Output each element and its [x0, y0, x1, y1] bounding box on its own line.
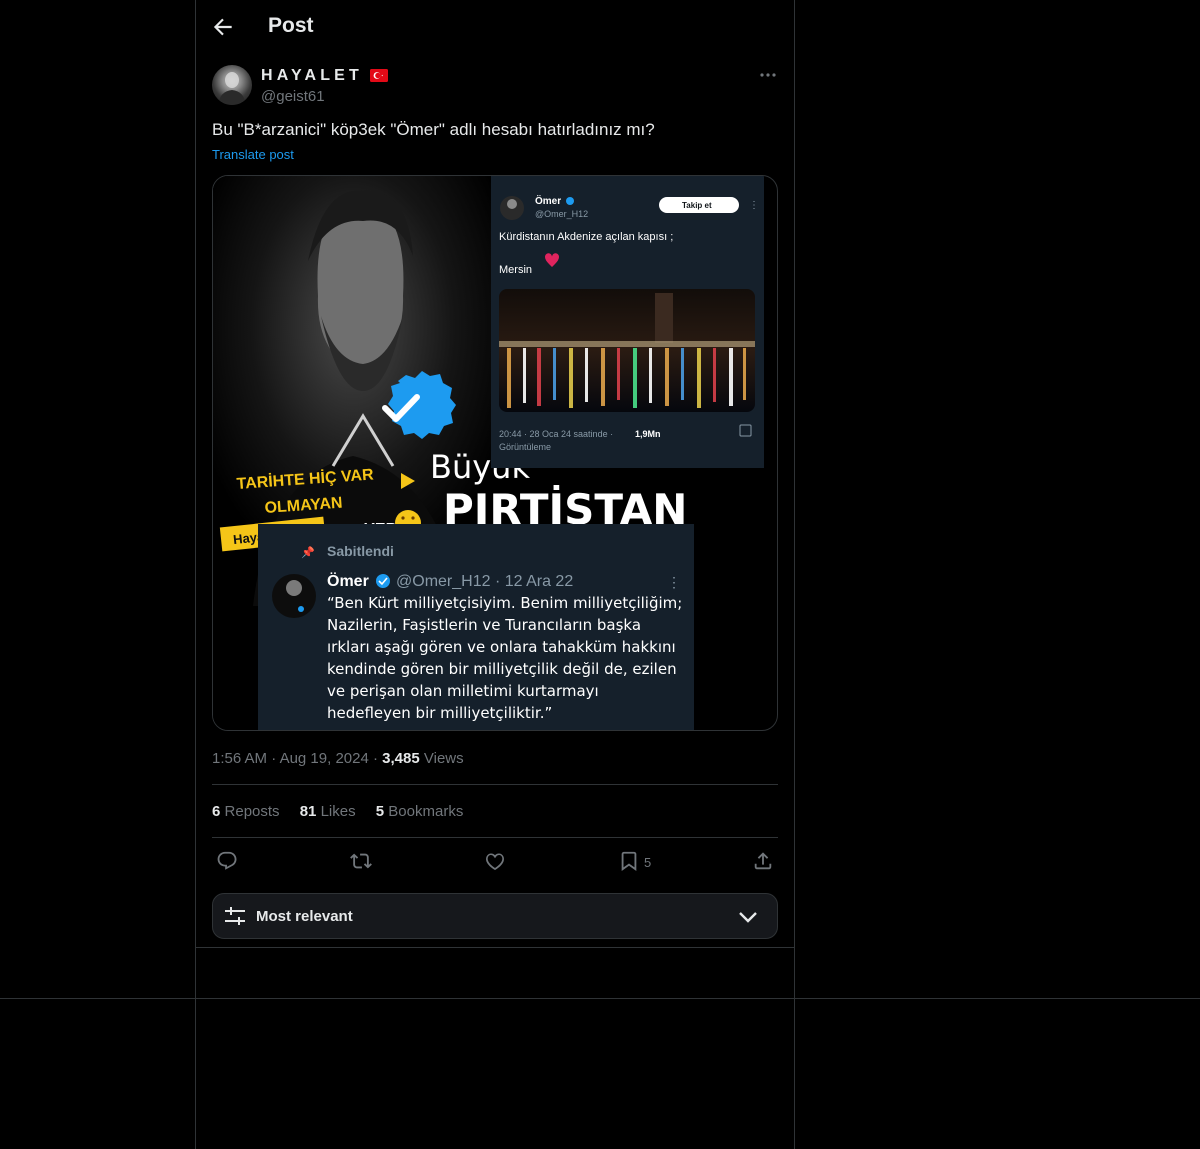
avatar-image: [218, 72, 246, 105]
bookmark-icon: [621, 851, 637, 871]
column-border-right: [794, 0, 795, 1149]
views-count: 3,485: [382, 750, 420, 767]
share-icon: [754, 852, 772, 870]
like-button[interactable]: [484, 850, 512, 876]
separator-dot: ·: [372, 750, 383, 767]
svg-text:“Ben Kürt milliyetçisiyim. Ben: “Ben Kürt milliyetçisiyim. Benim milliye…: [327, 594, 682, 612]
column-border-left: [195, 0, 196, 1149]
more-options-button[interactable]: [756, 65, 780, 85]
svg-text:⋮: ⋮: [749, 200, 759, 211]
author-handle[interactable]: @geist61: [261, 88, 325, 105]
bookmark-button[interactable]: [618, 850, 646, 876]
post-media-image[interactable]: TARİHTE HİÇ VAR OLMAYAN Hayali Bir YER B…: [212, 175, 778, 731]
share-button[interactable]: [752, 850, 780, 876]
svg-text:hedefleyen bir milliyetçilikti: hedefleyen bir milliyetçiliktir.”: [327, 704, 552, 722]
views-label: Views: [423, 750, 464, 767]
divider: [196, 947, 794, 948]
arrow-left-icon: [213, 18, 232, 36]
svg-text:Nazilerin, Faşistlerin ve Tura: Nazilerin, Faşistlerin ve Turancıların b…: [327, 616, 641, 634]
author-display-name[interactable]: HAYALET: [261, 67, 363, 85]
svg-text:Kürdistanın Akdenize açılan ka: Kürdistanın Akdenize açılan kapısı ;: [499, 231, 673, 243]
svg-text:ırkları aşağı gören ve onlara: ırkları aşağı gören ve onlara tahakküm h…: [327, 638, 676, 656]
media-composite: TARİHTE HİÇ VAR OLMAYAN Hayali Bir YER B…: [213, 176, 764, 730]
post-timestamp-views: 1:56 AM · Aug 19, 2024 · 3,485 Views: [212, 750, 464, 767]
reply-button[interactable]: [216, 850, 244, 876]
bookmarks-stat[interactable]: 5 Bookmarks: [376, 803, 464, 820]
reposts-stat[interactable]: 6 Reposts: [212, 803, 280, 820]
replies-sort-dropdown[interactable]: Most relevant: [212, 893, 778, 939]
chevron-down-icon: [739, 912, 757, 923]
svg-text:1,9Mn: 1,9Mn: [635, 429, 661, 439]
svg-text:Takip et: Takip et: [682, 201, 712, 210]
turkey-flag-icon: [370, 69, 388, 82]
reply-icon: [217, 851, 237, 870]
inner-tweet-bottom: 📌 Sabitlendi Ömer @Omer_H12 · 12 Ara 22 …: [258, 524, 694, 730]
page-title: Post: [268, 14, 314, 37]
divider: [212, 784, 778, 785]
post-text: Bu "B*arzanici" köp3ek "Ömer" adlı hesab…: [212, 120, 655, 139]
repost-icon: [350, 853, 372, 869]
post-date[interactable]: Aug 19, 2024: [280, 750, 369, 767]
svg-text:Ömer: Ömer: [535, 194, 561, 207]
repost-button[interactable]: [350, 850, 378, 876]
post-header: Post: [196, 0, 794, 56]
svg-text:Mersin: Mersin: [499, 264, 532, 276]
svg-text:⋮: ⋮: [667, 574, 681, 590]
avatar[interactable]: [212, 65, 252, 105]
svg-text:Görüntüleme: Görüntüleme: [499, 442, 551, 452]
pin-icon: 📌: [301, 545, 315, 559]
post-time[interactable]: 1:56 AM: [212, 750, 267, 767]
inner-verified-icon: [566, 197, 574, 205]
svg-text:kendinde gören bir milliyetçil: kendinde gören bir milliyetçilik değil d…: [327, 660, 677, 678]
inner-tweet-top: Ömer @Omer_H12 Takip et ⋮ Kürdistanın Ak…: [491, 176, 764, 468]
bookmark-count: 5: [644, 855, 652, 870]
svg-text:20:44 · 28 Oca 24 saatinde ·: 20:44 · 28 Oca 24 saatinde ·: [499, 429, 613, 439]
divider: [0, 998, 1200, 999]
post-stats: 6 Reposts 81 Likes 5 Bookmarks: [212, 803, 479, 820]
back-button[interactable]: [210, 14, 236, 40]
svg-text:Ömer: Ömer: [327, 571, 369, 590]
likes-stat[interactable]: 81 Likes: [300, 803, 356, 820]
heart-icon: [486, 853, 504, 871]
sort-label: Most relevant: [256, 908, 353, 925]
svg-text:Sabitlendi: Sabitlendi: [327, 543, 394, 559]
divider: [212, 837, 778, 838]
svg-text:@Omer_H12 · 12 Ara 22: @Omer_H12 · 12 Ara 22: [396, 573, 573, 590]
translate-post-link[interactable]: Translate post: [212, 147, 294, 162]
inner-verified-icon-2: [376, 574, 390, 588]
more-horizontal-icon: [760, 73, 776, 77]
svg-text:ve perişan olan milletimi kurt: ve perişan olan milletimi kurtarmayı: [327, 682, 599, 700]
sliders-icon: [225, 907, 245, 925]
svg-text:@Omer_H12: @Omer_H12: [535, 209, 588, 219]
separator-dot: ·: [271, 750, 280, 767]
